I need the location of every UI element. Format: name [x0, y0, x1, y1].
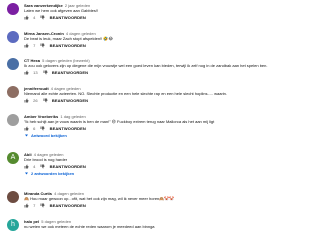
comment-text: De beat is leuk, maar Zach stopt afspeld…: [24, 36, 114, 41]
avatar[interactable]: [7, 114, 19, 126]
dislike-icon[interactable]: [40, 126, 45, 131]
view-replies-link[interactable]: Antwoord bekijken: [24, 133, 67, 139]
dislike-icon[interactable]: [40, 164, 45, 169]
like-count: 4: [33, 15, 36, 20]
dislike-icon[interactable]: [40, 43, 45, 48]
like-icon[interactable]: [24, 98, 29, 103]
like-count: 7: [33, 43, 36, 48]
avatar[interactable]: A: [7, 152, 19, 164]
comment: Sara vanverkendijke 2 jaar geleden Laten…: [0, 3, 300, 23]
comment-text: Ik zou ook gelovers zijn op diegene die …: [24, 63, 268, 68]
dislike-icon[interactable]: [40, 203, 45, 208]
like-count: 4: [33, 164, 36, 169]
like-count: 26: [33, 98, 38, 103]
dislike-icon[interactable]: [40, 15, 45, 20]
comment-actions: 6 BEANTWOORDEN: [24, 126, 86, 132]
like-count: 7: [33, 203, 36, 208]
comment-text: Drie brood is nog harder: [24, 157, 68, 162]
comment-text: Laten we hem ook afgeven aan Gabbles!!: [24, 8, 99, 13]
comment: Miranda Curtis 4 dagen geleden 🙈 Hou maa…: [0, 191, 300, 211]
like-icon[interactable]: [24, 43, 29, 48]
avatar-letter: h: [11, 221, 15, 228]
view-replies-label: Antwoord bekijken: [31, 133, 67, 138]
reply-button[interactable]: BEANTWOORDEN: [50, 164, 86, 170]
avatar[interactable]: [7, 3, 19, 15]
reply-button[interactable]: BEANTWOORDEN: [50, 203, 86, 209]
comment: jenniferroudt 4 dagen geleden Niemand al…: [0, 86, 300, 106]
avatar[interactable]: h: [7, 219, 19, 231]
like-icon[interactable]: [24, 70, 29, 75]
comment-text: Niemand alle echte acteerten. NO. Slecht…: [24, 91, 228, 96]
comment-actions: 7 BEANTWOORDEN: [24, 43, 86, 49]
comment-actions: 7 BEANTWOORDEN: [24, 203, 86, 209]
avatar[interactable]: [7, 31, 19, 43]
dislike-icon[interactable]: [43, 70, 48, 75]
reply-button[interactable]: BEANTWOORDEN: [52, 70, 88, 76]
comment-actions: 4 BEANTWOORDEN: [24, 164, 86, 170]
comment-actions: 4 BEANTWOORDEN: [24, 15, 86, 21]
chevron-down-icon: [25, 172, 28, 175]
comment: A Abli 4 dagen geleden Drie brood is nog…: [0, 152, 300, 180]
comment: h halo pel 5 dagen geleden nu weten we o…: [0, 219, 300, 241]
like-icon[interactable]: [24, 203, 29, 208]
comment: Amber Vroeberiks 1 dag geleden "Ik heb s…: [0, 114, 300, 142]
avatar[interactable]: [7, 86, 19, 98]
comment-text: "Ik heb schijt aan je vouw waarin is ben…: [24, 119, 215, 124]
comment-text: nu weten we ook meteen de echte reden wa…: [24, 224, 155, 229]
avatar-letter: A: [10, 154, 16, 161]
like-count: 13: [33, 70, 38, 75]
reply-button[interactable]: BEANTWOORDEN: [50, 43, 86, 49]
chevron-down-icon: [25, 134, 28, 137]
reply-button[interactable]: BEANTWOORDEN: [50, 15, 86, 21]
comment: Mirna Jansen-Cronin 4 dagen geleden De b…: [0, 31, 300, 51]
reply-button[interactable]: BEANTWOORDEN: [52, 98, 88, 104]
like-icon[interactable]: [24, 15, 29, 20]
reply-button[interactable]: BEANTWOORDEN: [50, 126, 86, 132]
avatar[interactable]: [7, 58, 19, 70]
comment-actions: 26 BEANTWOORDEN: [24, 98, 88, 104]
like-count: 6: [33, 126, 36, 131]
comment: CT Hexa 5 dagen geleden (bewerkt) Ik zou…: [0, 58, 300, 78]
like-icon[interactable]: [24, 164, 29, 169]
comment-text: 🙈 Hou maar gewoon op.. ofit, wat het ook…: [24, 196, 175, 201]
view-replies-label: 2 antwoorden bekijken: [31, 171, 75, 176]
dislike-icon[interactable]: [43, 98, 48, 103]
comment-list: Sara vanverkendijke 2 jaar geleden Laten…: [0, 0, 300, 243]
like-icon[interactable]: [24, 126, 29, 131]
view-replies-link[interactable]: 2 antwoorden bekijken: [24, 171, 74, 177]
comment-actions: 13 BEANTWOORDEN: [24, 70, 88, 76]
avatar[interactable]: [7, 191, 19, 203]
